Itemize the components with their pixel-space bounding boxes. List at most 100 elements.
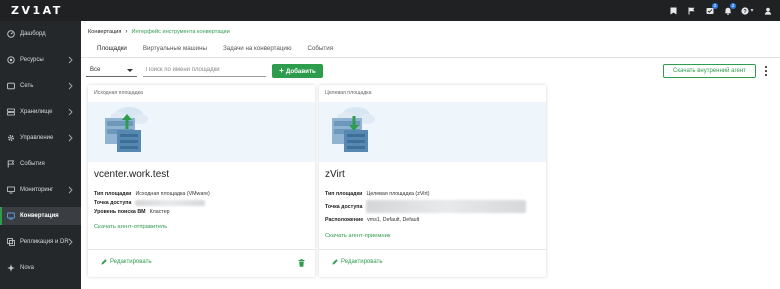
prop-value: vms1, Default, Default: [367, 216, 420, 223]
edit-site-button[interactable]: Редактировать: [332, 259, 382, 265]
network-icon: [6, 82, 15, 91]
source-site-card: Исходная площадка vcenter.work.test Тип …: [88, 85, 315, 277]
storage-icon: [6, 108, 15, 117]
user-icon[interactable]: [763, 6, 772, 15]
site-filter-select[interactable]: Все: [86, 64, 137, 77]
edit-site-button[interactable]: Редактировать: [101, 259, 151, 265]
more-options-icon[interactable]: [764, 66, 768, 76]
prop-key: Уровень поиска ВМ: [94, 208, 146, 215]
card-type-label: Целевая площадка: [325, 90, 372, 96]
sidebar-item-conversion[interactable]: Конвертация: [0, 207, 81, 225]
edit-label: Редактировать: [110, 259, 152, 265]
sidebar-item-label: Ресурсы: [20, 57, 44, 63]
sidebar-item-label: Дашборд: [20, 31, 46, 37]
sidebar-item-events[interactable]: События: [0, 155, 81, 173]
sidebar: Дашборд Ресурсы Сеть Хранилище Управлени…: [0, 21, 81, 289]
add-button-label: Добавить: [285, 67, 316, 75]
bell-icon[interactable]: 2: [723, 3, 736, 15]
site-title: vcenter.work.test: [94, 169, 170, 180]
sidebar-item-management[interactable]: Управление: [0, 129, 81, 147]
breadcrumb: Конвертация › Интерфейс инструмента конв…: [88, 29, 230, 35]
tab-sites[interactable]: Площадки: [89, 44, 135, 58]
prop-location: Расположение vms1, Default, Default: [325, 215, 526, 224]
sidebar-item-label: Управление: [20, 135, 54, 141]
card-divider: [319, 249, 546, 250]
flag-icon[interactable]: [687, 6, 696, 15]
sidebar-item-monitoring[interactable]: Мониторинг: [0, 181, 81, 199]
resources-icon: [6, 56, 15, 65]
card-type-label: Исходная площадка: [94, 90, 143, 96]
prop-value: Кластер: [149, 208, 170, 215]
breadcrumb-root[interactable]: Конвертация: [88, 29, 121, 35]
breadcrumb-current[interactable]: Интерфейс инструмента конвертации: [131, 29, 229, 35]
tabs: Площадки Виртуальные машины Задачи на ко…: [89, 44, 341, 58]
plus-icon: +: [279, 66, 284, 75]
sidebar-item-dashboard[interactable]: Дашборд: [0, 25, 81, 43]
target-site-card: Целевая площадка zVirt Тип площадки Целе…: [319, 85, 546, 277]
prop-access-point: Точка доступа: [94, 198, 210, 207]
prop-site-type: Тип площадки Исходная площадка (VMware): [94, 189, 210, 198]
chevron-right-icon: [68, 108, 73, 116]
sidebar-item-replication[interactable]: Репликация и DR: [0, 233, 81, 251]
server-upload-illustration: [88, 102, 315, 162]
pencil-icon: [101, 259, 107, 265]
nova-icon: [6, 264, 15, 273]
prop-search-level: Уровень поиска ВМ Кластер: [94, 207, 210, 216]
prop-key: Тип площадки: [94, 190, 132, 197]
top-bar: ZV1AT 2 2 ? ▾: [0, 0, 780, 21]
site-title: zVirt: [325, 169, 345, 180]
prop-key: Тип площадки: [325, 190, 363, 197]
monitoring-icon: [6, 186, 15, 195]
site-search-input[interactable]: [143, 64, 266, 77]
caret-down-icon: [127, 69, 133, 72]
sidebar-item-label: События: [20, 161, 45, 167]
redacted-value: [135, 199, 206, 206]
site-properties: Тип площадки Исходная площадка (VMware) …: [94, 189, 210, 216]
sidebar-item-nova[interactable]: Nova: [0, 259, 81, 277]
chevron-right-icon: [68, 134, 73, 142]
server-download-illustration: [319, 102, 546, 162]
tab-virtual-machines[interactable]: Виртуальные машины: [135, 44, 215, 58]
bell-badge: 2: [730, 3, 736, 9]
sidebar-item-network[interactable]: Сеть: [0, 77, 81, 95]
download-sender-agent-link[interactable]: Скачать агент-отправитель: [94, 224, 167, 230]
prop-value: Исходная площадка (VMware): [135, 190, 210, 197]
card-divider: [88, 249, 315, 250]
prop-key: Точка доступа: [325, 203, 363, 210]
tabs-divider: [81, 57, 780, 58]
main-panel: Конвертация › Интерфейс инструмента конв…: [81, 21, 780, 289]
add-site-button[interactable]: + Добавить: [272, 64, 323, 78]
prop-access-point: Точка доступа: [325, 198, 527, 215]
chevron-right-icon: [68, 186, 73, 194]
sidebar-item-storage[interactable]: Хранилище: [0, 103, 81, 121]
dashboard-icon: [6, 30, 15, 39]
download-receiver-agent-link[interactable]: Скачать агент-приемник: [325, 233, 390, 239]
sidebar-item-label: Сеть: [20, 83, 34, 89]
help-icon[interactable]: ? ▾: [741, 6, 754, 15]
sidebar-item-label: Мониторинг: [20, 187, 54, 193]
bookmark-icon[interactable]: [669, 6, 678, 15]
tab-events[interactable]: События: [300, 44, 342, 58]
pencil-icon: [332, 259, 338, 265]
prop-site-type: Тип площадки Целевая площадка (zVirt): [325, 189, 526, 198]
app-logo: ZV1AT: [11, 4, 63, 17]
replication-icon: [6, 238, 15, 247]
prop-key: Точка доступа: [94, 199, 132, 206]
trash-icon[interactable]: [298, 259, 305, 267]
sidebar-item-resources[interactable]: Ресурсы: [0, 51, 81, 69]
events-icon: [6, 160, 15, 169]
chevron-right-icon: [68, 56, 73, 64]
chevron-right-icon: ›: [125, 29, 128, 35]
chevron-right-icon: [68, 82, 73, 90]
management-icon: [6, 134, 15, 143]
prop-value: Целевая площадка (zVirt): [366, 190, 430, 197]
sidebar-item-label: Репликация и DR: [20, 239, 69, 245]
prop-key: Расположение: [325, 216, 364, 223]
sidebar-item-label: Nova: [20, 265, 35, 271]
tasks-icon[interactable]: 2: [705, 3, 718, 15]
conversion-icon: [6, 212, 15, 221]
tasks-badge: 2: [712, 3, 718, 9]
tab-conversion-tasks[interactable]: Задачи на конвертацию: [215, 44, 300, 58]
chevron-down-icon: ▾: [750, 8, 754, 14]
download-internal-agent-button[interactable]: Скачать внутренний агент: [663, 64, 756, 78]
